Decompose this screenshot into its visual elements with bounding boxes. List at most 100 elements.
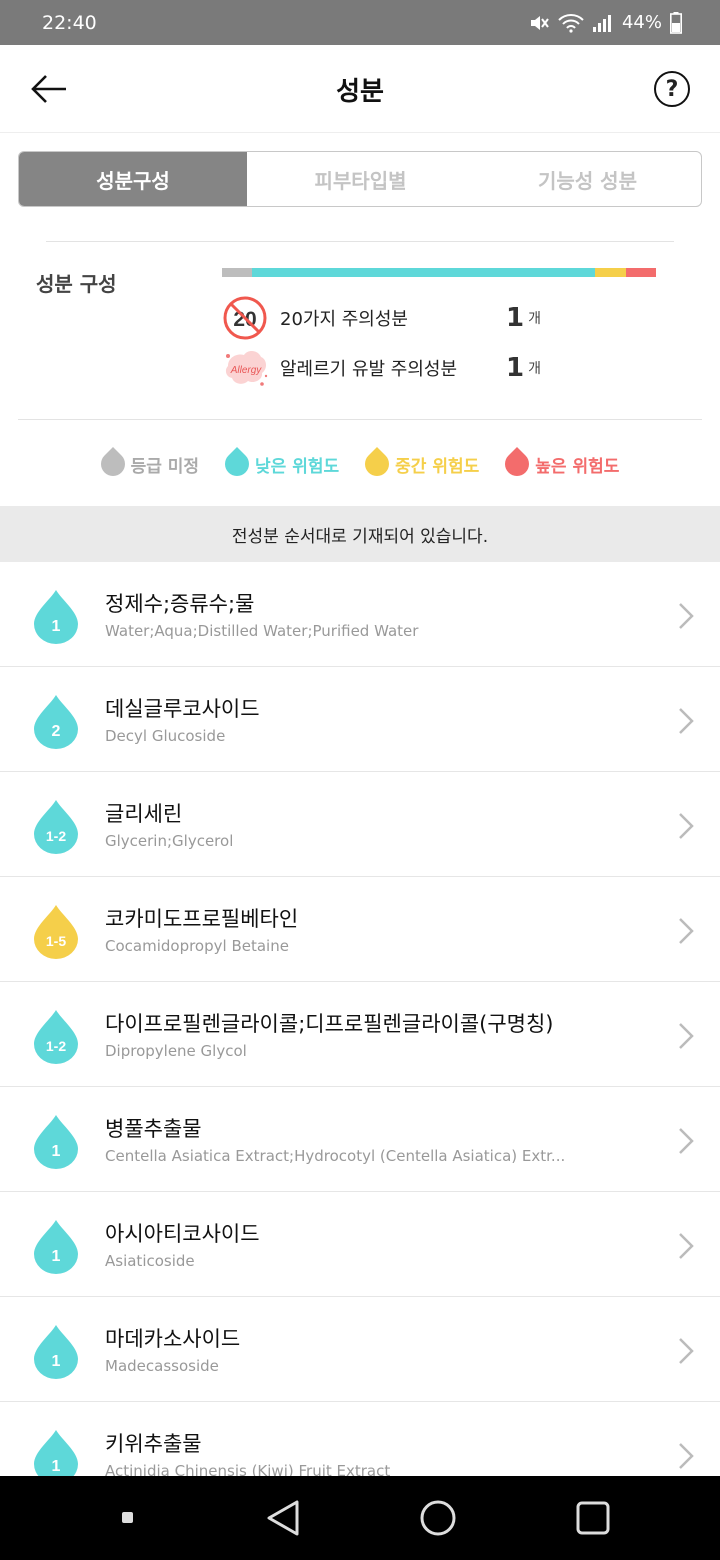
- ingredient-row[interactable]: 1-2 글리세린 Glycerin;Glycerol: [0, 772, 720, 877]
- grade-drop-icon: 1-2: [34, 1010, 78, 1064]
- chevron-right-icon: [679, 1128, 694, 1154]
- grade-drop-icon: 1-5: [34, 905, 78, 959]
- ingredient-name-en: Asiaticoside: [105, 1252, 195, 1270]
- drop-icon: [500, 447, 535, 481]
- ingredient-name-ko: 키위추출물: [105, 1432, 202, 1456]
- ingredient-name-ko: 글리세린: [105, 802, 183, 826]
- chevron-right-icon: [679, 1233, 694, 1259]
- overview-button[interactable]: [571, 1496, 615, 1540]
- composition-bar-segment: [252, 268, 596, 277]
- ingredient-row[interactable]: 1 정제수;증류수;물 Water;Aqua;Distilled Water;Pur…: [0, 562, 720, 667]
- composition-bar-segment: [625, 268, 656, 277]
- grade-value: 1: [52, 1353, 61, 1370]
- grade-value: 1: [52, 1458, 61, 1475]
- grade-legend: 등급 미정 낮은 위험도 중간 위험도 높은 위험도: [0, 447, 720, 481]
- caution-20-count: 1: [506, 303, 525, 333]
- chevron-right-icon: [679, 918, 694, 944]
- ingredient-name-en: Actinidia Chinensis (Kiwi) Fruit Extract: [105, 1462, 391, 1476]
- back-nav-button[interactable]: [261, 1496, 305, 1540]
- tab-composition[interactable]: 성분구성: [19, 152, 247, 206]
- battery-icon: [670, 11, 682, 34]
- ingredient-row[interactable]: 1 병풀추출물 Centella Asiatica Extract;Hydrocot…: [0, 1087, 720, 1192]
- grade-value: 1: [52, 1248, 61, 1265]
- divider: [18, 419, 702, 420]
- composition-label: 성분 구성: [36, 272, 117, 296]
- order-notice: 전성분 순서대로 기재되어 있습니다.: [0, 506, 720, 562]
- ingredient-row[interactable]: 1 아시아티코사이드 Asiaticoside: [0, 1192, 720, 1297]
- tab-functional[interactable]: 기능성 성분: [474, 152, 701, 206]
- legend-label: 낮은 위험도: [255, 456, 340, 477]
- ingredient-name-ko: 병풀추출물: [105, 1117, 202, 1141]
- grade-drop-icon: 1: [34, 1325, 78, 1379]
- ingredient-name-en: Centella Asiatica Extract;Hydrocotyl (Ce…: [105, 1147, 566, 1165]
- help-button[interactable]: ?: [654, 71, 690, 107]
- ingredient-name-en: Dipropylene Glycol: [105, 1042, 247, 1060]
- chevron-right-icon: [679, 603, 694, 629]
- drop-icon: [220, 447, 255, 481]
- status-bar: 22:40 44%: [0, 0, 720, 45]
- recent-apps-button[interactable]: [106, 1496, 150, 1540]
- ingredient-row[interactable]: 1-5 코카미도프로필베타인 Cocamidopropyl Betaine: [0, 877, 720, 982]
- composition-bar-segment: [222, 268, 253, 277]
- legend-label: 중간 위험도: [395, 456, 480, 477]
- chevron-right-icon: [679, 1443, 694, 1469]
- status-icons: 44%: [528, 11, 682, 34]
- allergy-label: 알레르기 유발 주의성분: [280, 359, 458, 380]
- square-icon: [576, 1501, 609, 1535]
- ingredient-name-en: Decyl Glucoside: [105, 727, 226, 745]
- ingredient-name-ko: 마데카소사이드: [105, 1327, 241, 1351]
- legend-label: 높은 위험도: [535, 456, 620, 477]
- allergy-unit: 개: [528, 361, 541, 377]
- chevron-right-icon: [679, 1338, 694, 1364]
- home-button[interactable]: [416, 1496, 460, 1540]
- legend-item: 높은 위험도: [500, 447, 620, 481]
- grade-value: 1: [52, 1143, 61, 1160]
- tab-bar: 성분구성 피부타입별 기능성 성분: [18, 151, 702, 207]
- composition-bar-segment: [595, 268, 626, 277]
- ingredient-row[interactable]: 1-2 다이프로필렌글라이콜;디프로필렌글라이콜(구명칭) Dipropylene …: [0, 982, 720, 1087]
- chevron-right-icon: [679, 813, 694, 839]
- ingredient-name-ko: 정제수;증류수;물: [105, 592, 255, 616]
- ingredient-name-ko: 아시아티코사이드: [105, 1222, 260, 1246]
- ingredient-name-ko: 코카미도프로필베타인: [105, 907, 299, 931]
- page-title: 성분: [336, 77, 384, 107]
- legend-item: 낮은 위험도: [220, 447, 340, 481]
- caution-20-unit: 개: [528, 311, 541, 327]
- ingredient-name-en: Cocamidopropyl Betaine: [105, 937, 289, 955]
- allergy-row: Allergy 알레르기 유발 주의성분 1 개: [222, 346, 552, 390]
- grade-drop-icon: 1: [34, 590, 78, 644]
- grade-value: 1: [52, 618, 61, 635]
- legend-item: 중간 위험도: [360, 447, 480, 481]
- square-small-icon: [121, 1512, 133, 1523]
- app-header: 성분 ?: [0, 45, 720, 133]
- grade-drop-icon: 1: [34, 1220, 78, 1274]
- mute-icon: [530, 15, 549, 30]
- question-icon: ?: [665, 76, 679, 102]
- ingredient-row[interactable]: 1 키위추출물 Actinidia Chinensis (Kiwi) Fruit E…: [0, 1402, 720, 1476]
- legend-label: 등급 미정: [130, 456, 200, 477]
- ingredient-name-en: Madecassoside: [105, 1357, 219, 1375]
- caution-20-row: 20 20가지 주의성분 1 개: [222, 296, 552, 340]
- battery-percent: 44%: [621, 12, 662, 33]
- grade-value: 2: [52, 723, 61, 740]
- system-nav-bar: [0, 1476, 720, 1560]
- allergy-count: 1: [506, 353, 525, 383]
- ingredient-row[interactable]: 1 마데카소사이드 Madecassoside: [0, 1297, 720, 1402]
- svg-text:Allergy: Allergy: [230, 365, 263, 376]
- composition-bar: [222, 268, 656, 277]
- ingredient-list[interactable]: 1 정제수;증류수;물 Water;Aqua;Distilled Water;Pur…: [0, 562, 720, 1476]
- ingredient-row[interactable]: 2 데실글루코사이드 Decyl Glucoside: [0, 667, 720, 772]
- grade-drop-icon: 2: [34, 695, 78, 749]
- status-time: 22:40: [42, 11, 97, 34]
- ingredient-name-ko: 데실글루코사이드: [105, 697, 260, 721]
- ingredient-name-en: Water;Aqua;Distilled Water;Purified Wate…: [105, 622, 419, 640]
- grade-value: 1-2: [46, 828, 66, 844]
- grade-value: 1-5: [46, 933, 66, 949]
- chevron-right-icon: [679, 708, 694, 734]
- drop-icon: [360, 447, 395, 481]
- tab-skin-type[interactable]: 피부타입별: [247, 152, 474, 206]
- chevron-right-icon: [679, 1023, 694, 1049]
- grade-drop-icon: 1: [34, 1430, 78, 1476]
- drop-icon: [95, 447, 130, 481]
- grade-drop-icon: 1: [34, 1115, 78, 1169]
